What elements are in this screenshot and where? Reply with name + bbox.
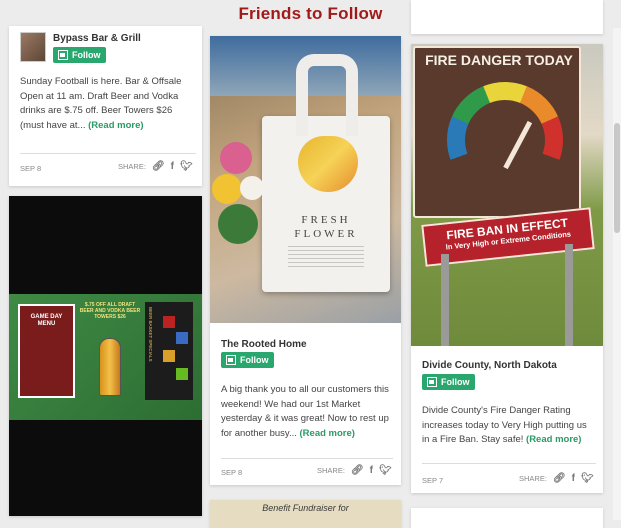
follow-icon — [427, 377, 437, 387]
post-date: SEP 8 — [20, 164, 42, 173]
post-card-partial-top — [411, 0, 603, 34]
avatar[interactable] — [20, 32, 46, 62]
share-bar: SHARE: 🔗︎ f 🐦︎ — [519, 473, 594, 484]
promo-text: $.75 OFF ALL DRAFT BEER AND VODKA BEER T… — [79, 302, 141, 320]
side-panel: BEER BASKET SPECIALS — [145, 302, 193, 400]
post-date: SEP 7 — [422, 476, 444, 485]
poster-name[interactable]: Divide County, North Dakota — [422, 360, 557, 371]
link-icon[interactable]: 🔗︎ — [351, 465, 364, 476]
sign-post — [565, 244, 573, 346]
gameday-image: GAME DAY MENU $.75 OFF ALL DRAFT BEER AN… — [9, 294, 202, 420]
menu-panel: GAME DAY MENU — [18, 304, 75, 398]
post-text: A big thank you to all our customers thi… — [221, 384, 389, 439]
follow-button[interactable]: Follow — [53, 47, 106, 63]
post-card-fundraiser[interactable]: Benefit Fundraiser for — [210, 500, 401, 528]
read-more-link[interactable]: (Read more) — [88, 120, 143, 131]
link-icon[interactable]: 🔗︎ — [553, 473, 566, 484]
follow-button[interactable]: Follow — [221, 352, 274, 368]
facebook-icon[interactable]: f — [171, 161, 174, 172]
post-card-rooted-home: FRESH FLOWER The Rooted Home Follow A bi… — [210, 36, 401, 485]
flower-bouquet — [210, 136, 280, 256]
post-card-bypass: Bypass Bar & Grill Follow Sunday Footbal… — [9, 26, 202, 186]
share-bar: SHARE: 🔗︎ f 🐦︎ — [317, 465, 392, 476]
fire-danger-sign-image[interactable]: FIRE DANGER TODAY FIRE BAN IN EFFECT In … — [411, 44, 603, 346]
scrollbar-thumb[interactable] — [614, 123, 620, 233]
poster-name[interactable]: The Rooted Home — [221, 339, 307, 350]
poster-name[interactable]: Bypass Bar & Grill — [53, 33, 141, 44]
beer-tower — [99, 338, 121, 396]
follow-icon — [226, 355, 236, 365]
facebook-icon[interactable]: f — [572, 473, 575, 484]
fundraiser-text: Benefit Fundraiser for — [262, 503, 349, 513]
post-text: Sunday Football is here. Bar & Offsale O… — [20, 76, 182, 131]
share-bar: SHARE: 🔗︎ f 🐦︎ — [118, 161, 193, 172]
link-icon[interactable]: 🔗︎ — [152, 161, 165, 172]
post-text: Divide County's Fire Danger Rating incre… — [422, 405, 587, 445]
sign-post — [441, 254, 449, 346]
paper-bag: FRESH FLOWER — [262, 54, 390, 292]
follow-button[interactable]: Follow — [422, 374, 475, 390]
post-card-partial-bottom — [411, 508, 603, 528]
divider — [422, 463, 596, 464]
twitter-icon[interactable]: 🐦︎ — [180, 161, 193, 172]
post-card-divide-county: FIRE DANGER TODAY FIRE BAN IN EFFECT In … — [411, 44, 603, 493]
facebook-icon[interactable]: f — [370, 465, 373, 476]
divider — [221, 458, 393, 459]
post-card-gameday-image[interactable]: GAME DAY MENU $.75 OFF ALL DRAFT BEER AN… — [9, 196, 202, 516]
scrollbar[interactable] — [613, 28, 621, 520]
sign-board: FIRE DANGER TODAY — [413, 46, 581, 218]
post-date: SEP 8 — [221, 468, 243, 477]
twitter-icon[interactable]: 🐦︎ — [379, 465, 392, 476]
divider — [20, 153, 196, 154]
read-more-link[interactable]: (Read more) — [300, 428, 355, 439]
twitter-icon[interactable]: 🐦︎ — [581, 473, 594, 484]
read-more-link[interactable]: (Read more) — [526, 434, 581, 445]
flower-bag-image[interactable]: FRESH FLOWER — [210, 36, 401, 323]
follow-icon — [58, 50, 68, 60]
